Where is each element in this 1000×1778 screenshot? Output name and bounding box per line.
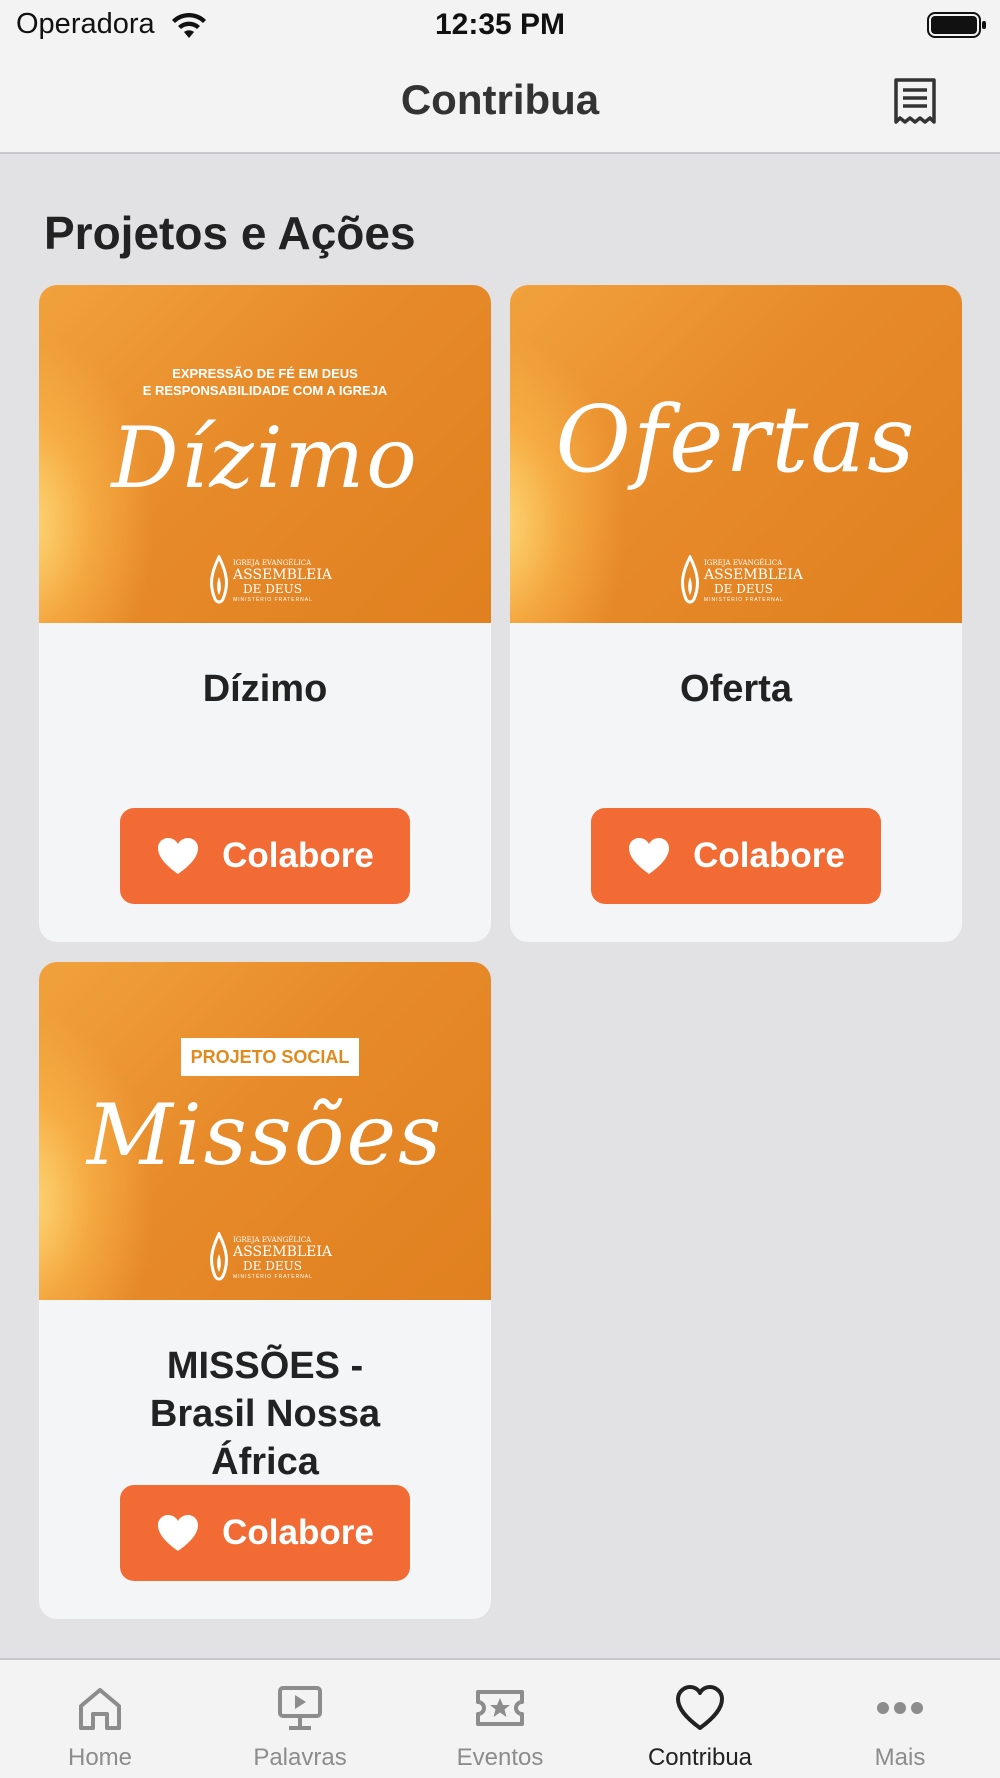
tab-eventos[interactable]: Eventos — [400, 1660, 600, 1778]
tab-palavras[interactable]: Palavras — [200, 1660, 400, 1778]
colabore-button[interactable]: Colabore — [120, 1485, 410, 1581]
heart-icon — [629, 838, 670, 874]
card-title: MISSÕES - Brasil Nossa África — [149, 1345, 381, 1483]
tab-eventos-label: Eventos — [456, 1744, 544, 1771]
project-card-oferta[interactable]: Ofertas IGREJA EVANGÉLICA ASSEMBLEIA DE … — [510, 285, 962, 942]
presentation-icon — [278, 1686, 322, 1730]
tab-bar: Home Palavras Eventos Contribua Mais — [0, 1658, 1000, 1778]
colabore-button[interactable]: Colabore — [591, 808, 881, 904]
card-title: Oferta — [680, 668, 792, 710]
home-icon — [79, 1688, 121, 1730]
tab-mais-label: Mais — [874, 1744, 926, 1771]
receipt-icon[interactable] — [890, 76, 940, 128]
project-social-badge: PROJETO SOCIAL — [181, 1038, 359, 1076]
tab-contribua[interactable]: Contribua — [600, 1660, 800, 1778]
heart-icon — [158, 838, 199, 874]
card-image: PROJETO SOCIAL Missões IGREJA EVANGÉLICA… — [39, 962, 491, 1300]
image-script-title: Dízimo — [111, 409, 419, 507]
colabore-label: Colabore — [222, 836, 374, 875]
section-title: Projetos e Ações — [44, 207, 416, 259]
image-script-title: Ofertas — [555, 386, 917, 493]
tab-home-label: Home — [67, 1744, 133, 1771]
heart-icon — [158, 1515, 199, 1551]
nav-bar: Contribua — [0, 50, 1000, 154]
colabore-label: Colabore — [222, 1513, 374, 1552]
project-card-missoes[interactable]: PROJETO SOCIAL Missões IGREJA EVANGÉLICA… — [39, 962, 491, 1619]
ticket-icon — [476, 1690, 524, 1726]
heart-icon — [676, 1685, 724, 1730]
church-logo: IGREJA EVANGÉLICA ASSEMBLEIA DE DEUS MIN… — [207, 555, 332, 609]
more-icon — [877, 1702, 923, 1714]
card-title: Dízimo — [202, 668, 328, 710]
tab-home[interactable]: Home — [0, 1660, 200, 1778]
card-image: EXPRESSÃO DE FÉ EM DEUS E RESPONSABILIDA… — [39, 285, 491, 623]
colabore-button[interactable]: Colabore — [120, 808, 410, 904]
tab-mais[interactable]: Mais — [800, 1660, 1000, 1778]
tab-contribua-label: Contribua — [647, 1744, 753, 1771]
colabore-label: Colabore — [693, 836, 845, 875]
card-image: Ofertas IGREJA EVANGÉLICA ASSEMBLEIA DE … — [510, 285, 962, 623]
status-time: 12:35 PM — [434, 8, 566, 41]
image-script-title: Missões — [86, 1086, 444, 1184]
project-card-dizimo[interactable]: EXPRESSÃO DE FÉ EM DEUS E RESPONSABILIDA… — [39, 285, 491, 942]
status-bar: Operadora 12:35 PM — [0, 0, 1000, 50]
image-caption: EXPRESSÃO DE FÉ EM DEUS E RESPONSABILIDA… — [142, 366, 388, 398]
church-logo: IGREJA EVANGÉLICA ASSEMBLEIA DE DEUS MIN… — [678, 555, 803, 609]
battery-icon — [927, 12, 986, 38]
page-title: Contribua — [400, 76, 600, 123]
church-logo: IGREJA EVANGÉLICA ASSEMBLEIA DE DEUS MIN… — [207, 1232, 332, 1286]
tab-palavras-label: Palavras — [253, 1744, 347, 1771]
